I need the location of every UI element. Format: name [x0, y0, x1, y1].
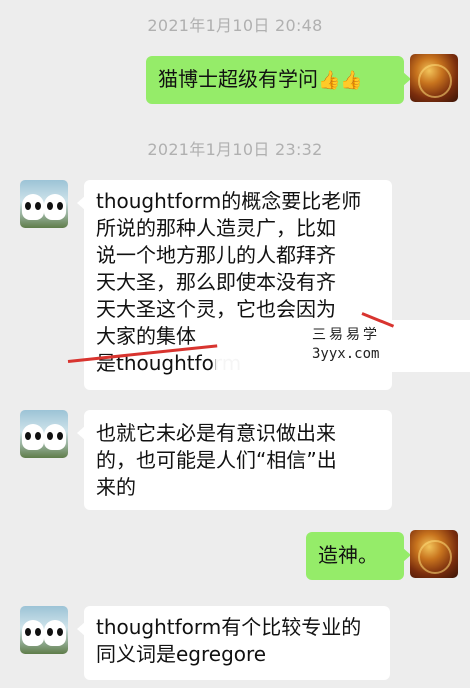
- message-line: 天大圣，那么即使本没有齐: [96, 270, 336, 294]
- message-line: 所说的那种人造灵广，比如: [96, 216, 336, 240]
- message-line: 来的: [96, 475, 136, 499]
- thumbs-up-icon: 👍👍: [318, 70, 363, 91]
- message-line: thoughtform有个比较专业的: [96, 615, 362, 639]
- message-line: 天大圣这个灵，它也会因为: [96, 297, 336, 321]
- message-line: 说一个地方那儿的人都拜齐: [96, 243, 336, 267]
- message-line: thoughtform的概念要比老师: [96, 189, 362, 213]
- message-bubble-in[interactable]: 也就它未必是有意识做出来 的，也可能是人们“相信”出 来的: [77, 410, 392, 510]
- message-line: 同义词是egregore: [96, 642, 267, 666]
- message-text: 造神。: [318, 543, 378, 567]
- panda-avatar-icon[interactable]: [20, 410, 68, 458]
- watermark-title: 三易易学: [312, 327, 380, 343]
- message-bubble-out[interactable]: 猫博士超级有学问👍👍: [146, 56, 411, 104]
- user-avatar[interactable]: [410, 54, 458, 102]
- watermark: 三易易学 3yyx.com: [216, 320, 470, 372]
- message-text: 猫博士超级有学问: [158, 67, 318, 91]
- message-bubble-out[interactable]: 造神。: [306, 532, 411, 580]
- user-avatar[interactable]: [410, 530, 458, 578]
- watermark-url: 3yyx.com: [312, 346, 380, 362]
- timestamp: 2021年1月10日 20:48: [147, 16, 323, 35]
- message-line: 也就它未必是有意识做出来: [96, 421, 336, 445]
- panda-avatar-icon[interactable]: [20, 180, 68, 228]
- timestamp: 2021年1月10日 23:32: [147, 140, 323, 159]
- message-line: 的，也可能是人们“相信”出: [96, 448, 337, 472]
- message-bubble-in[interactable]: thoughtform有个比较专业的 同义词是egregore: [77, 606, 390, 680]
- panda-avatar-icon[interactable]: [20, 606, 68, 654]
